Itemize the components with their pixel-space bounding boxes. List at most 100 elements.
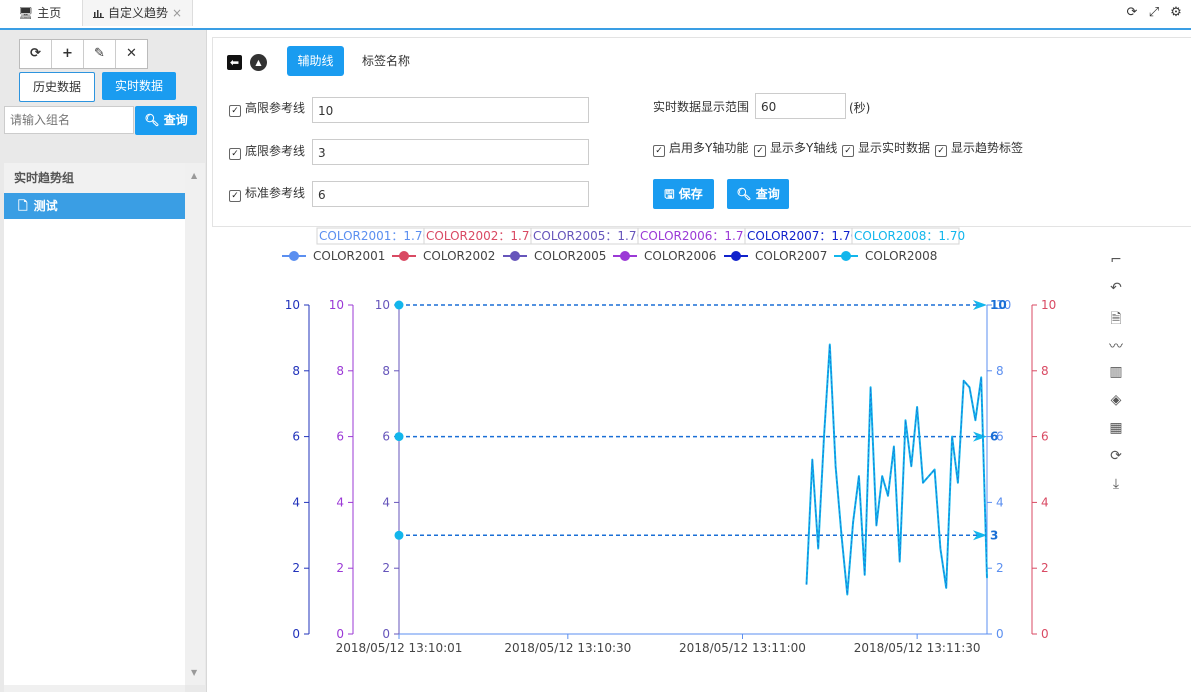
multi-y-checkbox[interactable]: ✓ 启用多Y轴功能 xyxy=(653,139,748,157)
y-tick-label: 2 xyxy=(1041,561,1049,575)
series-line xyxy=(805,343,988,596)
edit-icon[interactable]: ✎ xyxy=(84,40,116,68)
y-tick-label: 4 xyxy=(996,495,1004,509)
top-tab-bar: 🖥 主页 自定义趋势 × ⟳ ⤢ ⚙ xyxy=(0,0,1191,30)
x-tick-label: 2018/05/12 13:11:30 xyxy=(854,641,981,655)
group-query-button[interactable]: 🔍︎ 查询 xyxy=(135,106,197,135)
low-line-checkbox[interactable]: ✓ 底限参考线 xyxy=(229,142,305,160)
high-line-checkbox[interactable]: ✓ 高限参考线 xyxy=(229,99,305,117)
show-y-label: 显示多Y轴线 xyxy=(770,141,838,155)
group-toolbar: ⟳ + ✎ ✕ xyxy=(19,39,148,69)
y-tick-label: 0 xyxy=(996,627,1004,641)
y-tick-label: 4 xyxy=(382,495,390,509)
search-icon: 🔍︎ xyxy=(144,113,160,127)
show-trend-label-checkbox[interactable]: ✓ 显示趋势标签 xyxy=(935,139,1023,157)
std-line-checkbox[interactable]: ✓ 标准参考线 xyxy=(229,184,305,202)
trend-chart-svg: COLOR2001：1.70COLOR2002：1.70COLOR2005：1.… xyxy=(282,227,1056,655)
y-tick-label: 6 xyxy=(1041,430,1049,444)
reference-line-start xyxy=(394,530,404,540)
legend-marker xyxy=(841,251,851,261)
tree-item-label: 测试 xyxy=(33,199,58,213)
y-tick-label: 10 xyxy=(329,298,344,312)
y-tick-label: 0 xyxy=(336,627,344,641)
show-y-checkbox[interactable]: ✓ 显示多Y轴线 xyxy=(754,139,837,157)
data-label-text: COLOR2002：1.70 xyxy=(426,229,537,243)
y-tick-label: 0 xyxy=(1041,627,1049,641)
data-label-text: COLOR2005：1.70 xyxy=(533,229,644,243)
low-line-input[interactable]: 3 xyxy=(312,139,589,165)
reference-line-start xyxy=(394,300,404,310)
undo-zoom-icon[interactable]: ↶ xyxy=(1106,280,1126,308)
left-panel: ⟳ + ✎ ✕ 历史数据 实时数据 🔍︎ 查询 实时趋势组 🗋 测试 ▲ ▼ xyxy=(0,30,207,692)
save-button[interactable]: 🖫 保存 xyxy=(653,179,714,209)
show-realtime-checkbox[interactable]: ✓ 显示实时数据 xyxy=(842,139,930,157)
y-tick-label: 4 xyxy=(1041,495,1049,509)
group-name-input[interactable] xyxy=(4,106,134,134)
y-tick-label: 10 xyxy=(1041,298,1056,312)
tab-guide-lines[interactable]: 辅助线 xyxy=(287,46,344,76)
back-icon[interactable]: ⬅ xyxy=(227,55,242,70)
settings-panel: ⬅ ▲ 辅助线 标签名称 ✓ 高限参考线 10 ✓ 底限参考线 3 ✓ 标准参考线 6… xyxy=(212,37,1191,227)
tree-vertical-scrollbar[interactable]: ▲ ▼ xyxy=(185,163,205,685)
line-chart-icon[interactable]: 〰 xyxy=(1106,336,1126,364)
realtime-data-button[interactable]: 实时数据 xyxy=(102,72,176,100)
y-tick-label: 2 xyxy=(292,561,300,575)
crop-icon[interactable]: ⌐ xyxy=(1106,252,1126,280)
settings-query-label: 查询 xyxy=(755,187,780,201)
x-tick-label: 2018/05/12 13:11:00 xyxy=(679,641,806,655)
tab-custom-trend-label: 自定义趋势 xyxy=(108,6,169,20)
legend-label: COLOR2008 xyxy=(865,249,937,263)
scroll-up-icon[interactable]: ▲ xyxy=(191,171,197,180)
window-tools: ⟳ ⤢ ⚙ xyxy=(1121,5,1187,20)
legend-marker xyxy=(399,251,409,261)
tree-header: 实时趋势组 xyxy=(4,163,185,193)
refresh-icon[interactable]: ⟳ xyxy=(20,40,52,68)
series-line-overlay xyxy=(806,344,988,595)
y-tick-label: 8 xyxy=(1041,364,1049,378)
y-tick-label: 8 xyxy=(996,364,1004,378)
std-line-input[interactable]: 6 xyxy=(312,181,589,207)
tree-item-test[interactable]: 🗋 测试 xyxy=(4,193,185,219)
collapse-up-icon[interactable]: ▲ xyxy=(250,54,267,71)
reference-line-start xyxy=(394,432,404,442)
scroll-down-icon[interactable]: ▼ xyxy=(191,668,197,677)
file-icon: 🗋 xyxy=(18,199,28,213)
multi-y-label: 启用多Y轴功能 xyxy=(669,141,749,155)
settings-icon[interactable]: ⚙ xyxy=(1165,5,1187,20)
stack-icon[interactable]: ◈ xyxy=(1106,392,1126,420)
tab-close-icon[interactable]: × xyxy=(172,6,182,20)
high-line-label: 高限参考线 xyxy=(245,101,306,115)
save-label: 保存 xyxy=(678,187,703,201)
y-tick-label: 6 xyxy=(336,430,344,444)
history-data-button[interactable]: 历史数据 xyxy=(19,72,95,102)
tree-horizontal-scrollbar[interactable] xyxy=(4,685,185,692)
data-view-icon[interactable]: 🗎 xyxy=(1106,308,1126,336)
legend-label: COLOR2006 xyxy=(644,249,716,263)
settings-query-button[interactable]: 🔍︎ 查询 xyxy=(727,179,789,209)
reference-line-label: 3 xyxy=(990,528,998,542)
save-icon: 🖫 xyxy=(664,187,675,201)
checkbox-checked-icon: ✓ xyxy=(935,145,947,157)
y-tick-label: 0 xyxy=(382,627,390,641)
reference-line-label: 10 xyxy=(990,298,1007,312)
legend-marker xyxy=(731,251,741,261)
restore-icon[interactable]: ⟳ xyxy=(1106,448,1126,476)
bar-chart-icon xyxy=(93,0,104,26)
data-label-text: COLOR2008：1.70 xyxy=(854,229,965,243)
y-tick-label: 10 xyxy=(375,298,390,312)
y-tick-label: 8 xyxy=(336,364,344,378)
delete-icon[interactable]: ✕ xyxy=(116,40,147,68)
bar-chart-icon[interactable]: ▥ xyxy=(1106,364,1126,392)
tab-custom-trend[interactable]: 自定义趋势 × xyxy=(82,0,194,26)
high-line-input[interactable]: 10 xyxy=(312,97,589,123)
fullscreen-icon[interactable]: ⤢ xyxy=(1143,5,1165,20)
download-icon[interactable]: ⤓ xyxy=(1106,476,1126,504)
grid-icon[interactable]: ▦ xyxy=(1106,420,1126,448)
plus-icon[interactable]: + xyxy=(52,40,84,68)
refresh-icon[interactable]: ⟳ xyxy=(1121,5,1143,20)
data-label-text: COLOR2007：1.70 xyxy=(747,229,858,243)
tab-label-names[interactable]: 标签名称 xyxy=(362,46,410,76)
tab-home[interactable]: 🖥 主页 xyxy=(18,0,61,26)
checkbox-checked-icon: ✓ xyxy=(653,145,665,157)
range-input[interactable]: 60 xyxy=(755,93,846,119)
